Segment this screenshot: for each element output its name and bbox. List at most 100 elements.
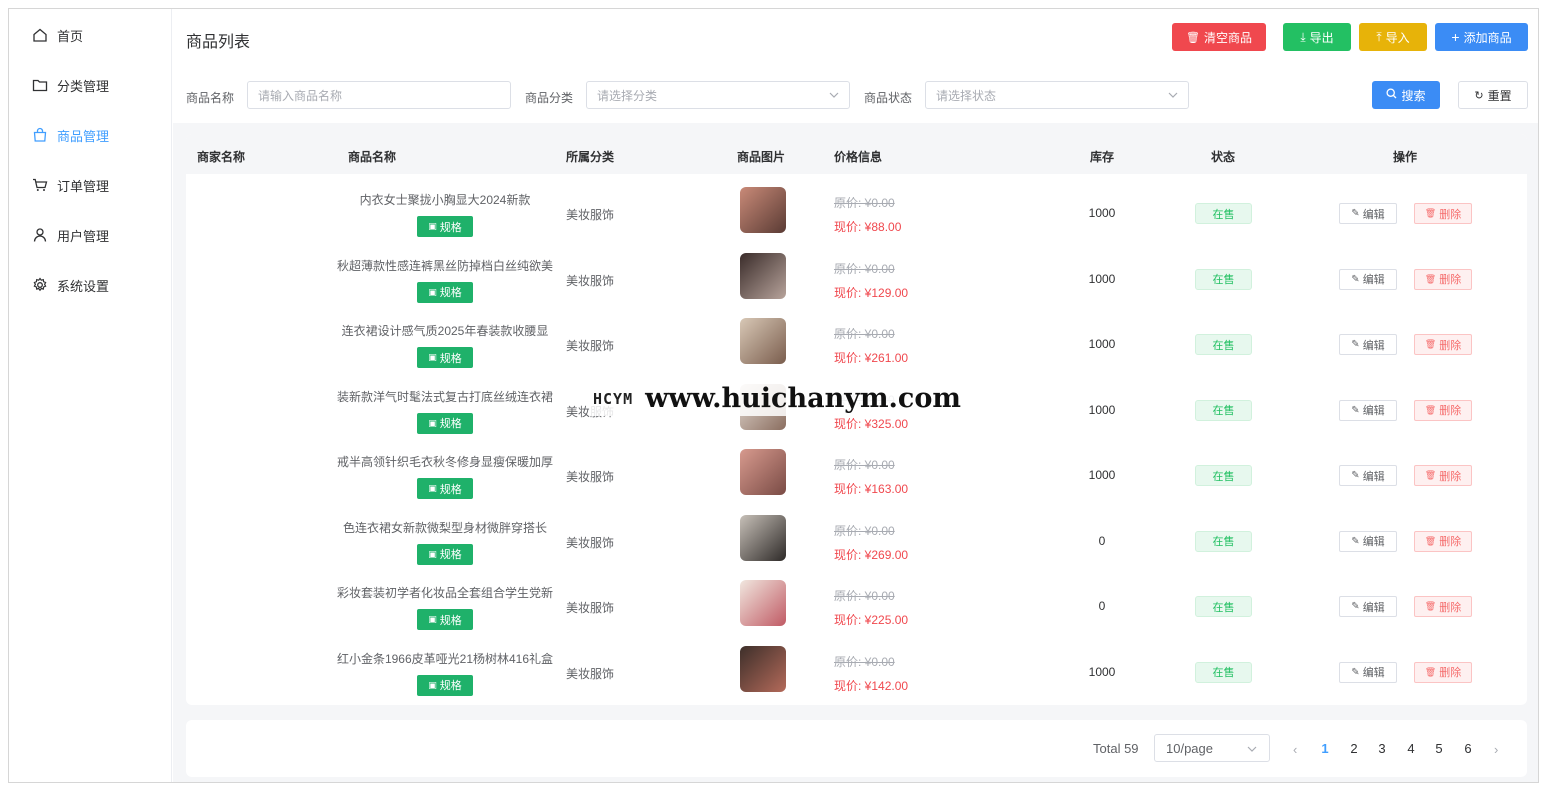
spec-button[interactable]: ▣ 规格 bbox=[417, 412, 473, 434]
original-price: 原价: ¥0.00 bbox=[834, 327, 895, 341]
edit-label: 编辑 bbox=[1362, 667, 1385, 679]
add-product-label: 添加商品 bbox=[1463, 30, 1512, 45]
delete-label: 删除 bbox=[1439, 536, 1462, 548]
column-header: 价格信息 bbox=[834, 150, 883, 164]
edit-button[interactable]: ✎ 编辑 bbox=[1339, 661, 1397, 683]
delete-button[interactable]: 🗑 删除 bbox=[1414, 399, 1472, 421]
edit-icon: ✎ bbox=[1351, 208, 1360, 219]
product-table: 商家名称 商品名称 所属分类 商品图片 价格信息 库存 状态 操作 内衣女士聚拢… bbox=[186, 134, 1527, 705]
edit-label: 编辑 bbox=[1362, 274, 1385, 286]
table-row: 彩妆套装初学者化妆品全套组合学生党新 ▣ 规格 美妆服饰 原价: ¥0.00 现… bbox=[186, 575, 1527, 640]
product-name: 内衣女士聚拢小胸显大2024新款 bbox=[359, 193, 531, 207]
category-select[interactable]: 请选择分类 bbox=[586, 81, 850, 109]
box-icon: ▣ bbox=[428, 548, 437, 559]
sidebar-item-label: 商品管理 bbox=[57, 128, 110, 144]
product-name: 秋超薄款性感连裤黑丝防掉档白丝纯欲美 bbox=[336, 258, 553, 273]
page-number[interactable]: 1 bbox=[1315, 741, 1335, 756]
sidebar-item-home[interactable]: 首页 bbox=[9, 10, 171, 60]
page-number[interactable]: 6 bbox=[1458, 741, 1478, 756]
box-icon: ▣ bbox=[428, 679, 437, 690]
page-number[interactable]: 2 bbox=[1344, 741, 1364, 756]
sidebar-item-settings[interactable]: 系统设置 bbox=[9, 260, 171, 310]
edit-button[interactable]: ✎ 编辑 bbox=[1339, 203, 1397, 224]
delete-button[interactable]: 🗑 删除 bbox=[1414, 334, 1472, 355]
spec-button[interactable]: ▣ 规格 bbox=[417, 609, 473, 630]
sidebar-item-users[interactable]: 用户管理 bbox=[9, 210, 171, 260]
spec-label: 规格 bbox=[439, 549, 462, 561]
trash-icon: 🗑 bbox=[1424, 339, 1437, 349]
spec-label: 规格 bbox=[439, 680, 462, 692]
edit-button[interactable]: ✎ 编辑 bbox=[1339, 334, 1397, 355]
import-button[interactable]: ⤒ 导入 bbox=[1359, 23, 1427, 51]
clear-products-button[interactable]: 🗑 清空商品 bbox=[1172, 23, 1266, 51]
edit-button[interactable]: ✎ 编辑 bbox=[1339, 268, 1397, 290]
delete-button[interactable]: 🗑 删除 bbox=[1414, 530, 1472, 552]
delete-button[interactable]: 🗑 删除 bbox=[1414, 661, 1472, 683]
spec-button[interactable]: ▣ 规格 bbox=[417, 674, 473, 696]
trash-icon: 🗑 bbox=[1424, 666, 1437, 677]
product-image[interactable] bbox=[740, 580, 786, 626]
current-price: 现价: ¥325.00 bbox=[834, 416, 909, 431]
spec-label: 规格 bbox=[439, 418, 462, 430]
edit-icon: ✎ bbox=[1351, 666, 1360, 678]
app-window: 首页 分类管理 商品管理 订单管理 用户管理 系统设置 商品列表 🗑 清空商品 … bbox=[8, 8, 1539, 783]
edit-icon: ✎ bbox=[1351, 601, 1360, 612]
status-select[interactable]: 请选择状态 bbox=[925, 81, 1189, 109]
page-size-select[interactable]: 10/page bbox=[1154, 734, 1270, 762]
sidebar-item-category[interactable]: 分类管理 bbox=[9, 60, 171, 110]
chevron-down-icon bbox=[1168, 92, 1178, 98]
product-image[interactable] bbox=[740, 645, 786, 692]
edit-button[interactable]: ✎ 编辑 bbox=[1339, 399, 1397, 421]
category: 美妆服饰 bbox=[566, 339, 615, 353]
upload-icon: ⤒ bbox=[1376, 29, 1382, 44]
delete-button[interactable]: 🗑 删除 bbox=[1414, 465, 1472, 486]
delete-button[interactable]: 🗑 删除 bbox=[1414, 268, 1472, 290]
delete-label: 删除 bbox=[1439, 405, 1462, 417]
edit-icon: ✎ bbox=[1351, 273, 1360, 285]
spec-button[interactable]: ▣ 规格 bbox=[417, 281, 473, 303]
next-page-icon[interactable]: › bbox=[1494, 742, 1498, 757]
spec-button[interactable]: ▣ 规格 bbox=[417, 478, 473, 499]
export-button[interactable]: ⤓ 导出 bbox=[1283, 23, 1351, 51]
refresh-icon: ↻ bbox=[1474, 89, 1484, 102]
edit-button[interactable]: ✎ 编辑 bbox=[1339, 465, 1397, 486]
product-image[interactable] bbox=[740, 252, 786, 299]
box-icon: ▣ bbox=[428, 614, 437, 624]
product-image[interactable] bbox=[740, 449, 786, 495]
delete-button[interactable]: 🗑 删除 bbox=[1414, 596, 1472, 617]
prev-page-icon[interactable]: ‹ bbox=[1293, 742, 1297, 757]
category: 美妆服饰 bbox=[566, 470, 615, 484]
status-placeholder: 请选择状态 bbox=[936, 88, 997, 103]
product-image[interactable] bbox=[740, 187, 786, 233]
reset-label: 重置 bbox=[1487, 88, 1512, 103]
reset-button[interactable]: ↻ 重置 bbox=[1458, 81, 1528, 109]
product-name-input[interactable]: 请输入商品名称 bbox=[247, 81, 511, 109]
edit-button[interactable]: ✎ 编辑 bbox=[1339, 530, 1397, 552]
edit-button[interactable]: ✎ 编辑 bbox=[1339, 596, 1397, 617]
current-price: 现价: ¥142.00 bbox=[834, 678, 909, 693]
page-number[interactable]: 3 bbox=[1372, 741, 1392, 756]
table-row: 秋超薄款性感连裤黑丝防掉档白丝纯欲美 ▣ 规格 美妆服饰 原价: ¥0.00 现… bbox=[186, 248, 1527, 313]
product-image[interactable] bbox=[740, 318, 786, 364]
sidebar-item-products[interactable]: 商品管理 bbox=[9, 110, 171, 160]
page-number[interactable]: 5 bbox=[1429, 741, 1449, 756]
original-price: 原价: ¥0.00 bbox=[834, 654, 895, 669]
product-image[interactable] bbox=[740, 514, 786, 561]
page-number[interactable]: 4 bbox=[1401, 741, 1421, 756]
delete-label: 删除 bbox=[1439, 470, 1462, 483]
search-button[interactable]: 搜索 bbox=[1372, 81, 1440, 109]
cart-icon bbox=[32, 177, 48, 193]
trash-icon: 🗑 bbox=[1424, 470, 1437, 480]
spec-button[interactable]: ▣ 规格 bbox=[417, 347, 473, 368]
sidebar-item-orders[interactable]: 订单管理 bbox=[9, 160, 171, 210]
delete-label: 删除 bbox=[1439, 339, 1462, 352]
spec-button[interactable]: ▣ 规格 bbox=[417, 216, 473, 237]
folder-icon bbox=[32, 77, 48, 93]
status-badge: 在售 bbox=[1195, 596, 1252, 617]
edit-label: 编辑 bbox=[1362, 208, 1385, 221]
sidebar: 首页 分类管理 商品管理 订单管理 用户管理 系统设置 bbox=[9, 9, 172, 782]
spec-button[interactable]: ▣ 规格 bbox=[417, 543, 473, 565]
add-product-button[interactable]: + 添加商品 bbox=[1435, 23, 1528, 51]
category: 美妆服饰 bbox=[566, 535, 615, 550]
delete-button[interactable]: 🗑 删除 bbox=[1414, 203, 1472, 224]
